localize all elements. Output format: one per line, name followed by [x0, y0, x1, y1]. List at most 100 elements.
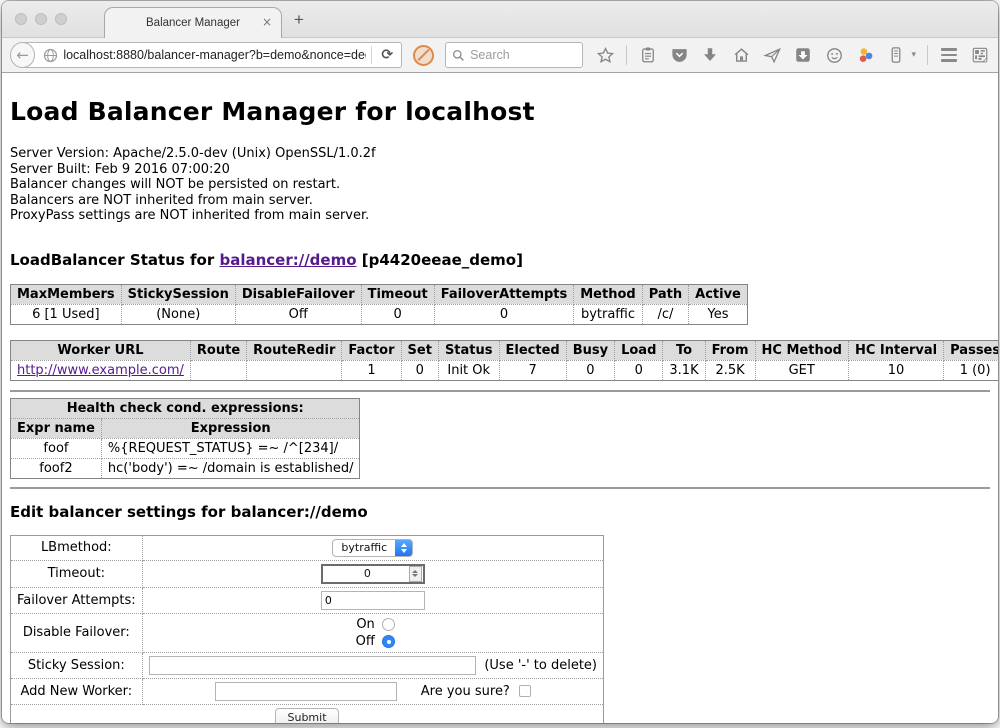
pocket-icon[interactable] [669, 45, 689, 65]
minimize-window-button[interactable] [35, 13, 47, 25]
status-heading-suffix: [p4420eeae_demo] [357, 251, 523, 269]
col-hc-method: HC Method [755, 340, 848, 360]
cell-routeredir [247, 360, 342, 380]
search-input[interactable] [470, 48, 570, 62]
sticky-session-input[interactable] [149, 656, 477, 675]
close-window-button[interactable] [15, 13, 27, 25]
globe-icon [43, 48, 58, 63]
col-factor: Factor [342, 340, 401, 360]
page-title: Load Balancer Manager for localhost [10, 73, 990, 126]
zoom-window-button[interactable] [55, 13, 67, 25]
reload-icon[interactable]: ⟳ [377, 47, 397, 63]
cell-expression: %{REQUEST_STATUS} =~ /^[234]/ [101, 438, 360, 458]
cell-from: 2.5K [705, 360, 755, 380]
cell-disablefailover: Off [235, 304, 361, 324]
lbmethod-select[interactable]: bytraffic [332, 539, 413, 557]
screenshot-grid-icon[interactable] [970, 45, 990, 65]
balancer-demo-link[interactable]: balancer://demo [219, 251, 356, 269]
chat-smiley-icon[interactable] [824, 45, 844, 65]
health-check-table: Health check cond. expressions: Expr nam… [10, 398, 360, 479]
failover-off-radio[interactable] [382, 635, 395, 648]
form-row-failover-attempts: Failover Attempts: [11, 587, 604, 613]
cell-factor: 1 [342, 360, 401, 380]
cell-hc-method: GET [755, 360, 848, 380]
number-spinner-icon[interactable] [409, 566, 422, 582]
worker-row: http://www.example.com/ 1 0 Init Ok 7 0 … [11, 360, 999, 380]
failover-on-radio[interactable] [382, 618, 395, 631]
col-path: Path [642, 284, 688, 304]
col-routeredir: RouteRedir [247, 340, 342, 360]
url-input[interactable] [63, 48, 366, 62]
on-label: On [351, 617, 375, 632]
server-version: Server Version: Apache/2.5.0-dev (Unix) … [10, 146, 990, 162]
send-tab-icon[interactable] [762, 45, 782, 65]
are-you-sure-label: Are you sure? [421, 684, 510, 699]
timeout-value: 0 [323, 567, 409, 580]
disable-failover-label: Disable Failover: [11, 613, 143, 652]
notice-line: Balancers are NOT inherited from main se… [10, 193, 990, 209]
bookmark-star-icon[interactable] [595, 45, 615, 65]
browser-window: Balancer Manager × + ← ⟳ [2, 1, 998, 723]
col-from: From [705, 340, 755, 360]
worker-url-link[interactable]: http://www.example.com/ [17, 363, 184, 378]
failover-attempts-label: Failover Attempts: [11, 587, 143, 613]
col-elected: Elected [499, 340, 566, 360]
worker-table: Worker URL Route RouteRedir Factor Set S… [10, 340, 998, 381]
cell-active: Yes [689, 304, 748, 324]
col-expression: Expression [101, 418, 360, 438]
submit-button[interactable]: Submit [275, 708, 338, 723]
cell-to: 3.1K [663, 360, 705, 380]
cell-status: Init Ok [438, 360, 499, 380]
new-tab-button[interactable]: + [294, 10, 304, 30]
cell-passes: 1 (0) [944, 360, 998, 380]
toolbar-divider [626, 45, 627, 65]
url-bar[interactable]: ⟳ [22, 42, 402, 68]
table-header-row: MaxMembers StickySession DisableFailover… [11, 284, 748, 304]
lbmethod-label: LBmethod: [11, 535, 143, 560]
select-stepper-icon [395, 539, 412, 557]
are-you-sure-checkbox[interactable] [519, 685, 531, 697]
chevron-down-icon[interactable]: ▾ [911, 50, 916, 60]
home-icon[interactable] [731, 45, 751, 65]
col-busy: Busy [566, 340, 614, 360]
search-icon [452, 49, 465, 62]
off-label: Off [351, 634, 375, 649]
edit-balancer-form: LBmethod: bytraffic Timeout: 0 [10, 535, 604, 723]
cell-route [190, 360, 246, 380]
reading-list-icon[interactable] [638, 45, 658, 65]
balancer-summary-table: MaxMembers StickySession DisableFailover… [10, 284, 748, 325]
cell-worker-url: http://www.example.com/ [11, 360, 191, 380]
server-info: Server Version: Apache/2.5.0-dev (Unix) … [10, 146, 990, 224]
cell-elected: 7 [499, 360, 566, 380]
downloads-icon[interactable] [700, 45, 720, 65]
timeout-input[interactable]: 0 [321, 564, 425, 584]
divider [10, 390, 990, 392]
cell-set: 0 [401, 360, 438, 380]
col-disablefailover: DisableFailover [235, 284, 361, 304]
col-timeout: Timeout [361, 284, 434, 304]
color-dots-icon[interactable] [855, 45, 875, 65]
tab-close-icon[interactable]: × [262, 15, 272, 29]
cell-maxmembers: 6 [1 Used] [11, 304, 122, 324]
col-set: Set [401, 340, 438, 360]
navigation-toolbar: ← ⟳ [2, 37, 998, 73]
add-worker-input[interactable] [215, 682, 397, 701]
search-bar[interactable] [445, 42, 583, 68]
loadbalancer-status-heading: LoadBalancer Status for balancer://demo … [10, 251, 990, 269]
col-passes: Passes [944, 340, 998, 360]
col-hc-interval: HC Interval [848, 340, 943, 360]
hc-row: foof %{REQUEST_STATUS} =~ /^[234]/ [11, 438, 360, 458]
cell-method: bytraffic [574, 304, 642, 324]
cell-expression: hc('body') =~ /domain is established/ [101, 458, 360, 478]
content-blocked-icon[interactable] [413, 45, 434, 66]
menu-icon[interactable] [939, 45, 959, 65]
failover-attempts-input[interactable] [321, 591, 425, 610]
save-page-icon[interactable] [793, 45, 813, 65]
col-active: Active [689, 284, 748, 304]
cell-failoverattempts: 0 [434, 304, 574, 324]
form-row-disable-failover: Disable Failover: On Off [11, 613, 604, 652]
tab-balancer-manager[interactable]: Balancer Manager × [104, 7, 282, 38]
container-icon[interactable] [886, 45, 906, 65]
col-status: Status [438, 340, 499, 360]
cell-busy: 0 [566, 360, 614, 380]
